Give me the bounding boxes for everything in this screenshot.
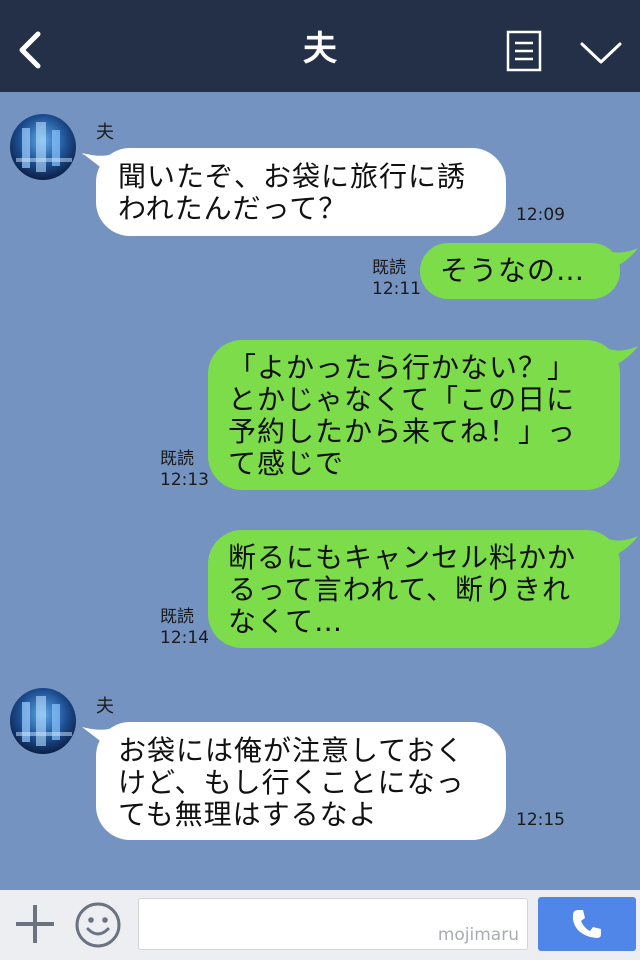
plus-icon[interactable] (14, 903, 56, 945)
sender-name: 夫 (96, 122, 114, 143)
smile-icon[interactable] (74, 901, 122, 949)
chat-title: 夫 (303, 29, 337, 69)
read-receipt: 既読 (160, 607, 194, 627)
message-bubble[interactable]: 「よかったら行かない？」 とかじゃなくて「この日に 予約したから来てね！」っ て… (208, 340, 620, 490)
avatar-image (10, 114, 76, 180)
watermark: mojimaru (437, 925, 519, 945)
read-receipt: 既読 (160, 449, 194, 469)
message-input[interactable]: mojimaru (138, 898, 528, 950)
avatar[interactable] (10, 114, 76, 180)
avatar[interactable] (10, 688, 76, 754)
bubble-tail (606, 346, 638, 370)
read-receipt: 既読 (372, 258, 406, 278)
message-time: 12:11 (372, 279, 421, 299)
message-bubble[interactable]: お袋には俺が注意しておく けど、もし行くことになっ ても無理はするなよ (96, 722, 506, 840)
message-time: 12:15 (516, 810, 565, 830)
phone-icon (572, 910, 601, 938)
message-time: 12:13 (160, 470, 209, 490)
sender-name: 夫 (96, 696, 114, 717)
message-bubble[interactable]: 聞いたぞ、お袋に旅行に誘 われたんだって？ (96, 148, 506, 236)
chevron-down-icon[interactable] (578, 38, 624, 68)
message-bubble[interactable]: そうなの… (420, 243, 620, 299)
avatar-image (10, 688, 76, 754)
notes-icon[interactable] (506, 30, 542, 72)
message-time: 12:14 (160, 628, 209, 648)
bubble-tail (606, 248, 638, 272)
message-bubble[interactable]: 断るにもキャンセル料かか るって言われて、断りきれ なくて… (208, 530, 620, 648)
bubble-tail (606, 536, 638, 560)
message-time: 12:09 (516, 205, 565, 225)
call-button[interactable] (538, 897, 636, 951)
chat-header: 夫 (0, 0, 640, 92)
